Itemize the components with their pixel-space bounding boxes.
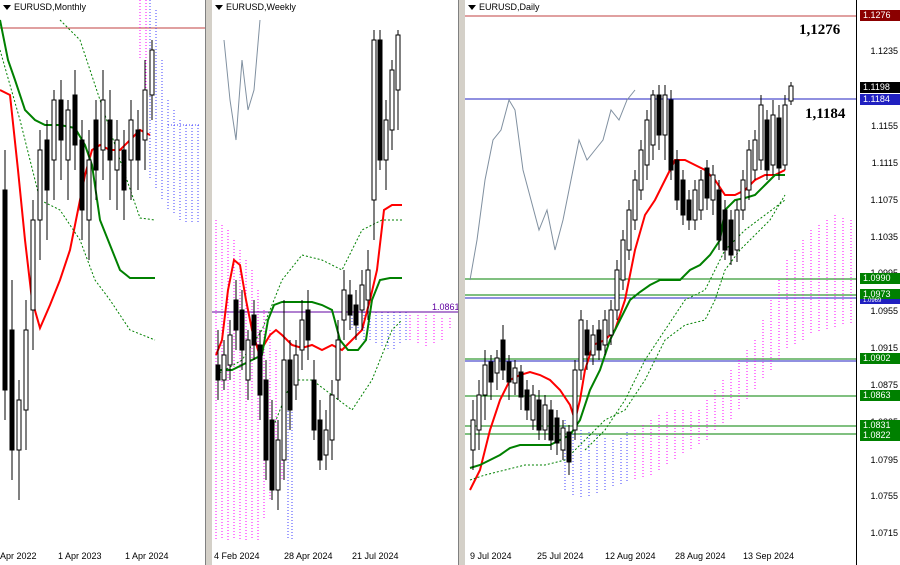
y-tick: 1.0915 xyxy=(870,343,898,353)
price-tag-level: 1.0863 xyxy=(860,390,900,401)
chart-panel-monthly[interactable]: EURUSD,Monthly Apr 2022 1 Apr 2023 1 Apr… xyxy=(0,0,205,565)
price-tag-level: 1.1184 xyxy=(860,94,900,105)
price-axis[interactable]: 1.1235 1.1155 1.1115 1.1075 1.1035 1.099… xyxy=(856,0,900,565)
chikou-line xyxy=(469,89,636,281)
x-label: 1 Apr 2023 xyxy=(58,551,102,561)
monthly-chart-canvas[interactable] xyxy=(0,0,205,565)
cloud-blue xyxy=(149,0,200,222)
y-tick: 1.1075 xyxy=(870,195,898,205)
price-tag-resistance: 1.1276 xyxy=(860,10,900,21)
cloud-magenta xyxy=(634,215,852,480)
level-label: 1.0861 xyxy=(432,302,458,312)
weekly-chart-canvas[interactable]: 1.0861 xyxy=(212,0,458,565)
x-label: 21 Jul 2024 xyxy=(352,551,399,561)
y-tick: 1.1115 xyxy=(871,158,898,168)
x-label: 25 Jul 2024 xyxy=(537,551,584,561)
y-tick: 1.0875 xyxy=(870,380,898,390)
candles xyxy=(215,30,401,510)
cloud-blue xyxy=(564,420,628,498)
span-dashed xyxy=(215,219,402,376)
price-tag-level: 1.0822 xyxy=(860,430,900,441)
y-tick: 1.0795 xyxy=(870,455,898,465)
x-label: 28 Apr 2024 xyxy=(284,551,333,561)
x-label: 4 Feb 2024 xyxy=(214,551,260,561)
x-label: 28 Aug 2024 xyxy=(675,551,726,561)
chevron-down-icon[interactable] xyxy=(3,5,11,11)
price-tag-level: 1.0969 xyxy=(860,298,900,304)
x-label: 1 Apr 2024 xyxy=(125,551,169,561)
chevron-down-icon[interactable] xyxy=(215,5,223,11)
x-label: 13 Sep 2024 xyxy=(743,551,795,561)
price-tag-current: 1.1198 xyxy=(860,82,900,93)
annotation-1-1276: 1,1276 xyxy=(799,22,841,38)
price-tag-level: 1.0990 xyxy=(860,273,900,284)
x-label: 9 Jul 2024 xyxy=(470,551,512,561)
y-tick: 1.1035 xyxy=(870,232,898,242)
x-label: Apr 2022 xyxy=(0,551,37,561)
chart-panel-weekly[interactable]: EURUSD,Weekly 1.0861 4 Feb 2024 28 Apr 2… xyxy=(212,0,458,565)
cloud-magenta xyxy=(215,220,451,540)
chikou-line xyxy=(223,19,261,141)
y-tick: 1.1155 xyxy=(871,121,898,131)
y-tick: 1.1235 xyxy=(870,46,898,56)
daily-chart-canvas[interactable] xyxy=(465,0,857,565)
chart-title: EURUSD,Daily xyxy=(468,2,540,12)
chevron-down-icon[interactable] xyxy=(468,5,476,11)
span-dashed-2 xyxy=(584,199,786,451)
chart-title: EURUSD,Weekly xyxy=(215,2,296,12)
price-tag-level: 1.0902 xyxy=(860,353,900,364)
x-label: 12 Aug 2024 xyxy=(605,551,656,561)
y-tick: 1.0755 xyxy=(870,491,898,501)
annotation-1-1184: 1,1184 xyxy=(805,106,846,122)
y-tick: 1.0955 xyxy=(870,306,898,316)
chart-panel-daily[interactable]: EURUSD,Daily 1,1276 1,1184 9 Jul 2024 25… xyxy=(465,0,900,565)
chart-title: EURUSD,Monthly xyxy=(3,2,86,12)
y-tick: 1.0715 xyxy=(870,528,898,538)
span-dashed xyxy=(0,49,156,341)
